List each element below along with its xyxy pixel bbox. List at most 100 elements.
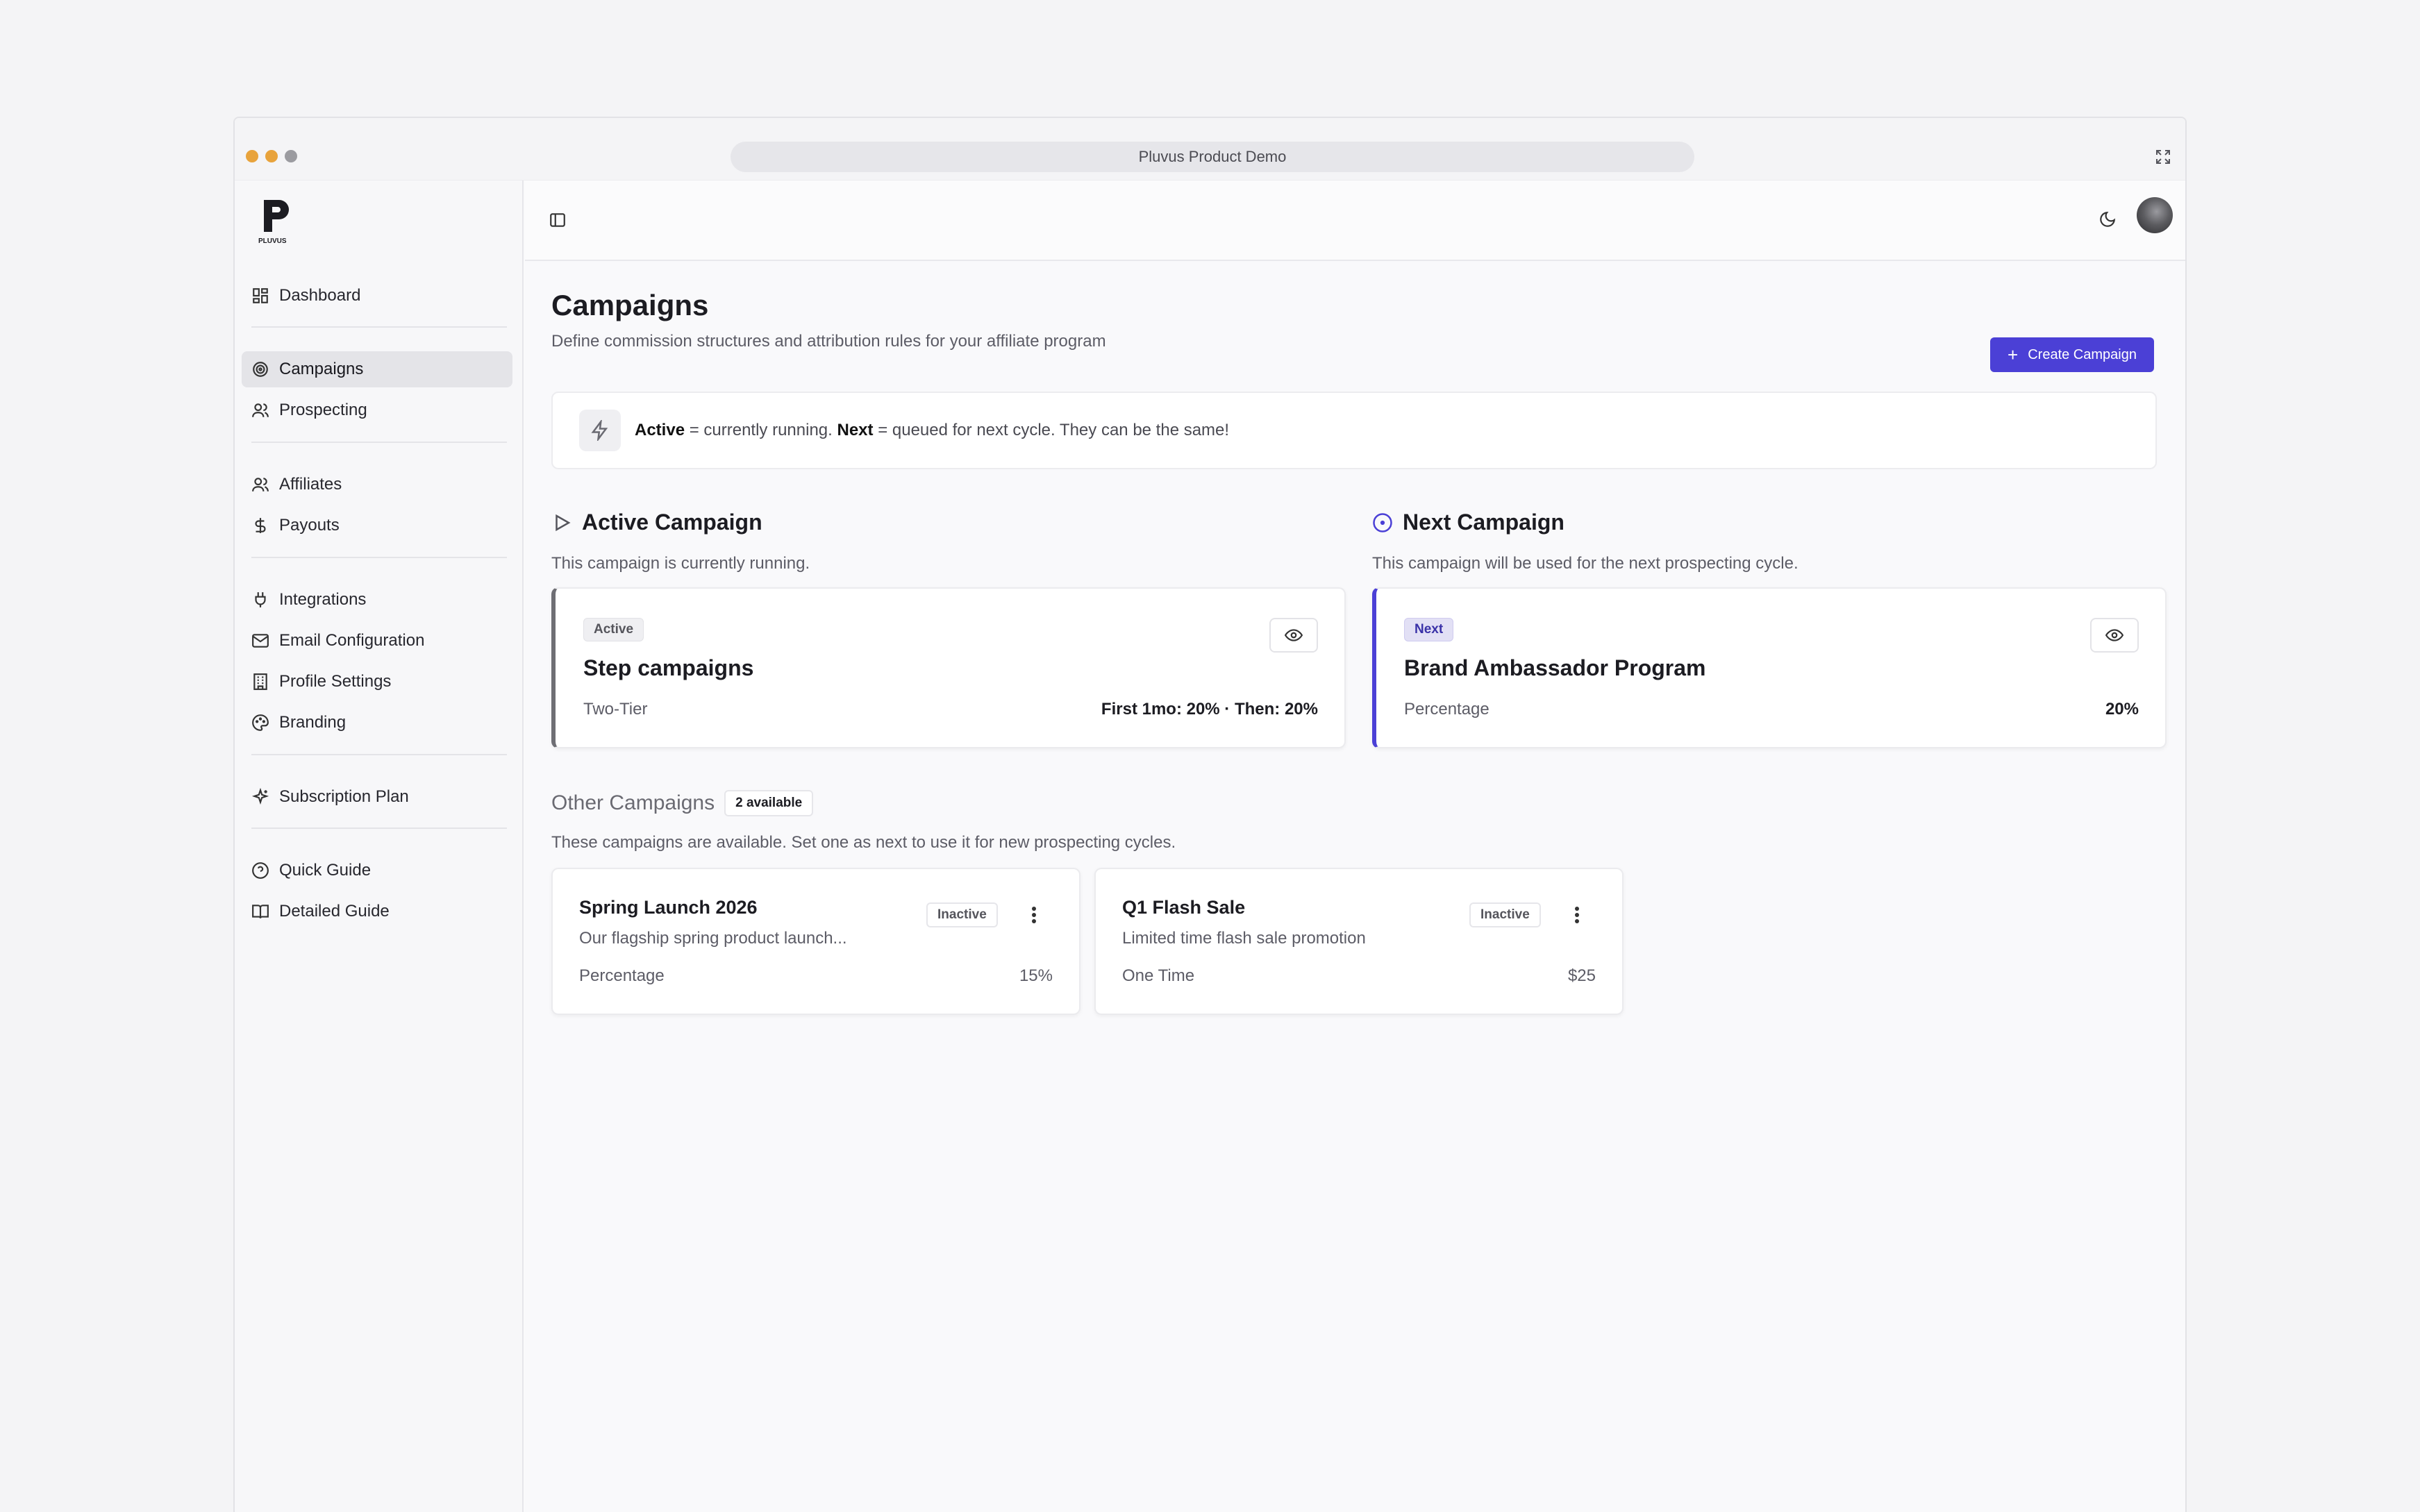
- theme-toggle-button[interactable]: [2095, 207, 2120, 232]
- toggle-sidebar-button[interactable]: [547, 210, 568, 230]
- sidebar-item-label: Branding: [279, 713, 347, 732]
- campaign-type: Percentage: [1404, 700, 1489, 719]
- sidebar-toggle-icon: [550, 213, 565, 227]
- create-campaign-button[interactable]: + Create Campaign: [1990, 337, 2154, 372]
- campaign-card-spring-launch[interactable]: Spring Launch 2026 Inactive Our flagship…: [551, 868, 1080, 1015]
- campaign-name: Brand Ambassador Program: [1404, 655, 1706, 680]
- info-banner: Active = currently running. Next = queue…: [551, 392, 2157, 469]
- sidebar-item-subscription-plan[interactable]: Subscription Plan: [242, 779, 512, 815]
- status-badge: Active: [583, 618, 644, 641]
- sparkle-icon: [251, 788, 269, 805]
- sidebar-item-campaigns[interactable]: Campaigns: [242, 351, 512, 387]
- active-campaign-desc: This campaign is currently running.: [551, 554, 810, 573]
- user-avatar[interactable]: [2137, 197, 2173, 233]
- next-campaign-heading: Next Campaign: [1372, 510, 1564, 535]
- plus-icon: +: [2008, 344, 2019, 365]
- brand-wordmark: PLUVUS: [258, 237, 287, 245]
- sidebar-item-label: Prospecting: [279, 401, 367, 419]
- campaign-card-q1-flash-sale[interactable]: Q1 Flash Sale Inactive Limited time flas…: [1094, 868, 1624, 1015]
- sidebar-divider: [251, 828, 507, 829]
- next-campaign-title: Next Campaign: [1403, 510, 1564, 535]
- next-campaign-desc: This campaign will be used for the next …: [1372, 554, 1799, 573]
- target-icon: [253, 362, 268, 377]
- sidebar-item-dashboard[interactable]: Dashboard: [242, 278, 512, 314]
- sidebar-item-label: Subscription Plan: [279, 787, 409, 806]
- mail-icon: [252, 634, 269, 648]
- other-campaigns-title: Other Campaigns: [551, 791, 715, 814]
- more-vertical-icon: [1575, 907, 1579, 923]
- more-vertical-icon: [1032, 907, 1036, 923]
- sidebar-item-detailed-guide[interactable]: Detailed Guide: [242, 893, 512, 930]
- view-campaign-button[interactable]: [1269, 618, 1318, 653]
- sidebar-divider: [251, 754, 507, 755]
- window-title-bar: Pluvus Product Demo: [731, 142, 1694, 172]
- active-campaign-card[interactable]: Active Step campaigns Two-Tier First 1mo…: [551, 587, 1346, 748]
- main-content: Campaigns Define commission structures a…: [525, 180, 2185, 1512]
- pluvus-logo[interactable]: PLUVUS: [257, 197, 294, 246]
- status-badge: Inactive: [1469, 902, 1541, 927]
- more-options-button[interactable]: [1024, 901, 1044, 929]
- more-options-button[interactable]: [1567, 901, 1587, 929]
- sidebar: PLUVUS Dashboard Campaigns Prospecting A…: [235, 180, 524, 1512]
- campaign-commission: First 1mo: 20% · Then: 20%: [1101, 700, 1318, 719]
- sidebar-item-branding[interactable]: Branding: [242, 705, 512, 741]
- page-subtitle: Define commission structures and attribu…: [551, 332, 1106, 351]
- status-badge: Inactive: [926, 902, 998, 927]
- create-campaign-label: Create Campaign: [2028, 346, 2137, 362]
- campaign-commission: 20%: [2105, 700, 2139, 719]
- help-circle-icon: [252, 862, 269, 879]
- info-active-word: Active: [635, 421, 685, 439]
- info-text: Active = currently running. Next = queue…: [635, 421, 1229, 440]
- plug-icon: [255, 592, 266, 607]
- campaign-description: Limited time flash sale promotion: [1122, 929, 1366, 948]
- sidebar-item-label: Quick Guide: [279, 861, 372, 880]
- sidebar-item-label: Dashboard: [279, 286, 361, 305]
- window-controls: [246, 150, 297, 162]
- campaign-type: Percentage: [579, 966, 665, 985]
- palette-icon: [252, 714, 269, 731]
- sidebar-item-label: Integrations: [279, 590, 367, 609]
- minimize-window-button[interactable]: [265, 150, 278, 162]
- sidebar-item-label: Affiliates: [279, 475, 342, 494]
- campaign-type: Two-Tier: [583, 700, 648, 719]
- sidebar-item-profile-settings[interactable]: Profile Settings: [242, 664, 512, 700]
- campaign-name: Step campaigns: [583, 655, 754, 680]
- campaign-type: One Time: [1122, 966, 1195, 985]
- sidebar-item-affiliates[interactable]: Affiliates: [242, 467, 512, 503]
- dollar-icon: [255, 518, 266, 533]
- app-window: Pluvus Product Demo PLUVUS Dashboard Cam…: [233, 117, 2187, 1512]
- page-title: Campaigns: [551, 289, 709, 321]
- sidebar-item-email-configuration[interactable]: Email Configuration: [242, 623, 512, 659]
- view-campaign-button[interactable]: [2090, 618, 2139, 653]
- lightning-icon: [591, 420, 608, 441]
- campaign-commission: $25: [1567, 966, 1596, 985]
- campaign-name: Q1 Flash Sale: [1122, 897, 1246, 918]
- sidebar-item-label: Email Configuration: [279, 631, 425, 650]
- sidebar-item-payouts[interactable]: Payouts: [242, 507, 512, 544]
- sidebar-item-label: Campaigns: [279, 360, 364, 378]
- campaign-description: Our flagship spring product launch...: [579, 929, 847, 948]
- active-campaign-title: Active Campaign: [582, 510, 762, 535]
- close-window-button[interactable]: [246, 150, 258, 162]
- info-next-word: Next: [837, 421, 874, 439]
- sidebar-item-quick-guide[interactable]: Quick Guide: [242, 852, 512, 889]
- next-campaign-card[interactable]: Next Brand Ambassador Program Percentage…: [1372, 587, 2167, 748]
- window-titlebar: Pluvus Product Demo: [235, 118, 2185, 180]
- fullscreen-icon[interactable]: [2155, 149, 2171, 165]
- available-count-badge: 2 available: [724, 790, 814, 816]
- active-campaign-heading: Active Campaign: [551, 510, 762, 535]
- book-icon: [252, 905, 269, 918]
- status-badge: Next: [1404, 618, 1454, 641]
- eye-icon: [1285, 629, 1303, 641]
- top-bar: [525, 180, 2185, 261]
- moon-icon: [2100, 211, 2116, 227]
- campaign-commission: 15%: [1019, 966, 1053, 985]
- maximize-window-button[interactable]: [285, 150, 297, 162]
- info-active-text: = currently running.: [685, 421, 837, 439]
- sidebar-item-integrations[interactable]: Integrations: [242, 582, 512, 618]
- sidebar-item-prospecting[interactable]: Prospecting: [242, 392, 512, 428]
- eye-icon: [2105, 629, 2123, 641]
- users-icon: [252, 403, 269, 417]
- other-campaigns-desc: These campaigns are available. Set one a…: [551, 833, 1176, 852]
- sidebar-item-label: Profile Settings: [279, 672, 392, 691]
